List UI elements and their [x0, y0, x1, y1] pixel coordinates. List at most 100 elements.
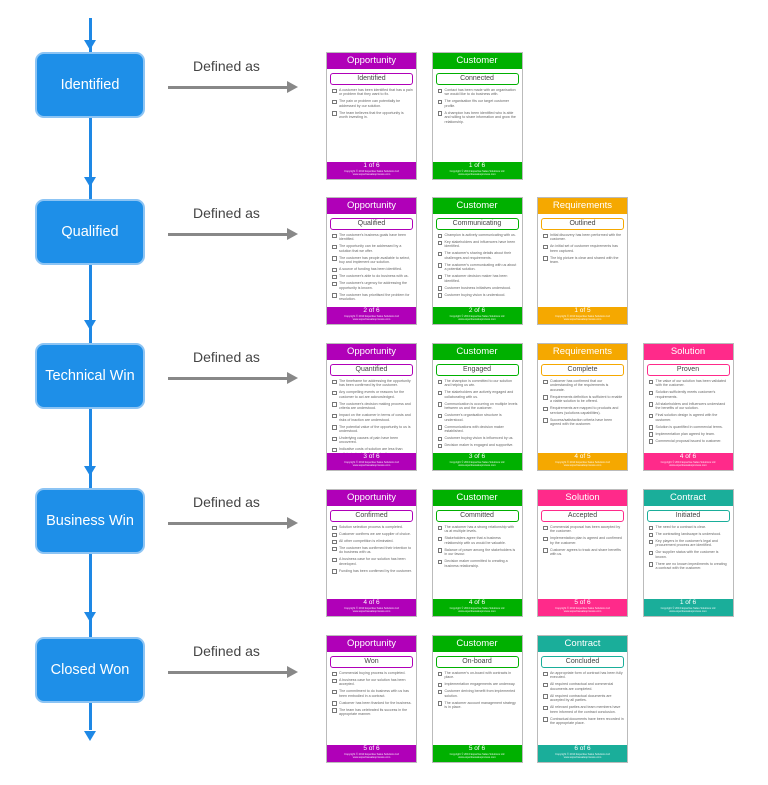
card-footer: 1 of 6 Copyright © 2013 Expertise Sales S… [327, 162, 416, 179]
card-page: 1 of 5 [574, 307, 591, 314]
checklist-item: A source of funding has been identified. [331, 267, 413, 273]
checklist-item: The customer's sharing details about the… [437, 251, 519, 260]
status-card: Contract Initiated The need for a contract… [642, 489, 734, 617]
website-text: www.expertisesalesprocess.com [458, 173, 496, 176]
card-status: Accepted [541, 510, 624, 522]
website-text: www.expertisesalesprocess.com [352, 610, 391, 613]
card-checklist: The customer's business goals have been … [327, 233, 416, 307]
card-footer: 4 of 6 Copyright © 2013 Expertise Sales S… [643, 453, 733, 470]
checklist-item: The value of our solution has been valid… [648, 379, 730, 388]
checklist-item: Requirements definition is sufficient to… [542, 395, 624, 404]
checklist-item: Impact on the customer in terms of costs… [331, 413, 413, 422]
card-status: On-board [435, 656, 519, 668]
card-status: Communicating [435, 218, 519, 230]
status-card: Opportunity Confirmed Solution selection p… [326, 489, 417, 617]
card-category: Solution [643, 344, 733, 360]
checklist-item: The stakeholders are actively engaged an… [437, 390, 519, 399]
card-checklist: Customer has confirmed that our understa… [538, 379, 627, 453]
defined-as-arrow-icon [168, 81, 298, 93]
checklist-item: Key players in the customer's legal and … [648, 539, 730, 548]
status-card: Customer Engaged The champion is committed… [431, 343, 523, 471]
website-text: www.expertisesalesprocess.com [458, 318, 496, 321]
card-checklist: A customer has been identified that has … [327, 88, 416, 162]
website-text: www.expertisesalesprocess.com [669, 610, 707, 613]
checklist-item: The organisation fits our target custome… [437, 99, 519, 108]
card-category: Contract [538, 636, 627, 652]
stage-box: Technical Win [35, 343, 145, 409]
checklist-item: The customer's able to do business with … [331, 274, 413, 280]
checklist-item: The team has celebrated its success in t… [331, 708, 413, 717]
checklist-item: Commercial buying process is completed. [331, 671, 413, 677]
checklist-item: Communication is occurring on multiple l… [437, 402, 519, 411]
checklist-item: A business case for our solution has bee… [331, 557, 413, 566]
card-footer: 1 of 5 Copyright © 2013 Expertise Sales S… [538, 307, 627, 324]
defined-as-arrow-icon [168, 228, 298, 240]
checklist-item: The need for a contract is clear. [648, 525, 730, 531]
defined-as-arrow-icon [168, 666, 298, 678]
checklist-item: Final solution design is agreed with the… [648, 413, 730, 422]
card-category: Opportunity [327, 53, 416, 69]
card-page: 4 of 6 [363, 599, 380, 606]
checklist-item: The customer's on-board with contracts i… [437, 671, 519, 680]
checklist-item: The customer's communicating with us abo… [437, 263, 519, 272]
status-card: Customer Communicating Champion is activel… [431, 197, 523, 325]
checklist-item: The customer has prioritised the problem… [331, 293, 413, 302]
checklist-item: Any compelling events or reasons for the… [331, 390, 413, 399]
card-page: 4 of 6 [679, 453, 697, 460]
checklist-item: Customer business initiatives understood… [437, 286, 519, 292]
card-page: 4 of 6 [468, 599, 486, 606]
status-card: Customer On-board The customer's on-board … [431, 635, 523, 763]
checklist-item: Contractual documents have been recorded… [542, 717, 624, 726]
card-page: 1 of 6 [468, 162, 486, 169]
card-footer: 6 of 6 Copyright © 2013 Expertise Sales S… [538, 745, 627, 762]
checklist-item: Champion is actively communicating with … [437, 233, 519, 239]
website-text: www.expertisesalesprocess.com [458, 610, 496, 613]
card-category: Customer [432, 490, 522, 506]
card-status: Confirmed [330, 510, 413, 522]
stage-box: Identified [35, 52, 145, 118]
checklist-item: The customer's decision making process a… [331, 402, 413, 411]
card-checklist: The value of our solution has been valid… [644, 379, 733, 453]
card-page: 2 of 6 [468, 307, 486, 314]
card-category: Contract [643, 490, 733, 506]
checklist-item: Customer confirms we are supplier of cho… [331, 532, 413, 538]
checklist-item: Requirements are mapped to products and … [542, 406, 624, 415]
checklist-item: A customer has been identified that has … [331, 88, 413, 97]
card-status: Qualified [330, 218, 413, 230]
card-footer: 1 of 6 Copyright © 2013 Expertise Sales S… [432, 162, 522, 179]
card-status: Quantified [330, 364, 413, 376]
card-category: Opportunity [327, 490, 416, 506]
checklist-item: All required contractual documents are a… [542, 694, 624, 703]
flow-arrow-icon [84, 612, 96, 622]
checklist-item: Funding has been confirmed by the custom… [331, 569, 413, 575]
checklist-item: Commercial proposal issued to customer. [648, 439, 730, 445]
defined-as-label: Defined as [193, 349, 260, 365]
card-status: Complete [541, 364, 624, 376]
checklist-item: The potential value of the opportunity t… [331, 425, 413, 434]
website-text: www.expertisesalesprocess.com [352, 173, 391, 176]
card-category: Customer [432, 636, 522, 652]
website-text: www.expertisesalesprocess.com [458, 464, 496, 467]
checklist-item: Implementation plan agreed by team. [648, 432, 730, 438]
card-category: Customer [432, 53, 522, 69]
flow-arrow-icon [84, 177, 96, 187]
status-card: Requirements Outlined Initial discovery ha… [537, 197, 628, 325]
card-checklist: Solution selection process is completed.… [327, 525, 416, 599]
status-card: Opportunity Qualified The customer's busin… [326, 197, 417, 325]
card-checklist: Initial discovery has been performed wit… [538, 233, 627, 307]
flow-start-arrow-icon [84, 40, 96, 50]
status-card: Solution Proven The value of our solution … [642, 343, 734, 471]
checklist-item: The customer has confirmed their intenti… [331, 546, 413, 555]
card-footer: 2 of 6 Copyright © 2013 Expertise Sales S… [327, 307, 416, 324]
checklist-item: The pain or problem can potentially be a… [331, 99, 413, 108]
card-checklist: The timeframe for addressing the opportu… [327, 379, 416, 453]
checklist-item: Key stakeholders and influencers have be… [437, 240, 519, 249]
checklist-item: Success/satisfaction criteria have been … [542, 418, 624, 427]
card-page: 1 of 6 [679, 599, 697, 606]
checklist-item: Customer buying vision is understood. [437, 293, 519, 299]
card-status: Engaged [435, 364, 519, 376]
checklist-item: All required contractual and commercial … [542, 682, 624, 691]
checklist-item: Decision maker is engaged and supportive… [437, 443, 519, 449]
card-page: 2 of 6 [363, 307, 380, 314]
checklist-item: Customer agrees to track and share benef… [542, 548, 624, 557]
